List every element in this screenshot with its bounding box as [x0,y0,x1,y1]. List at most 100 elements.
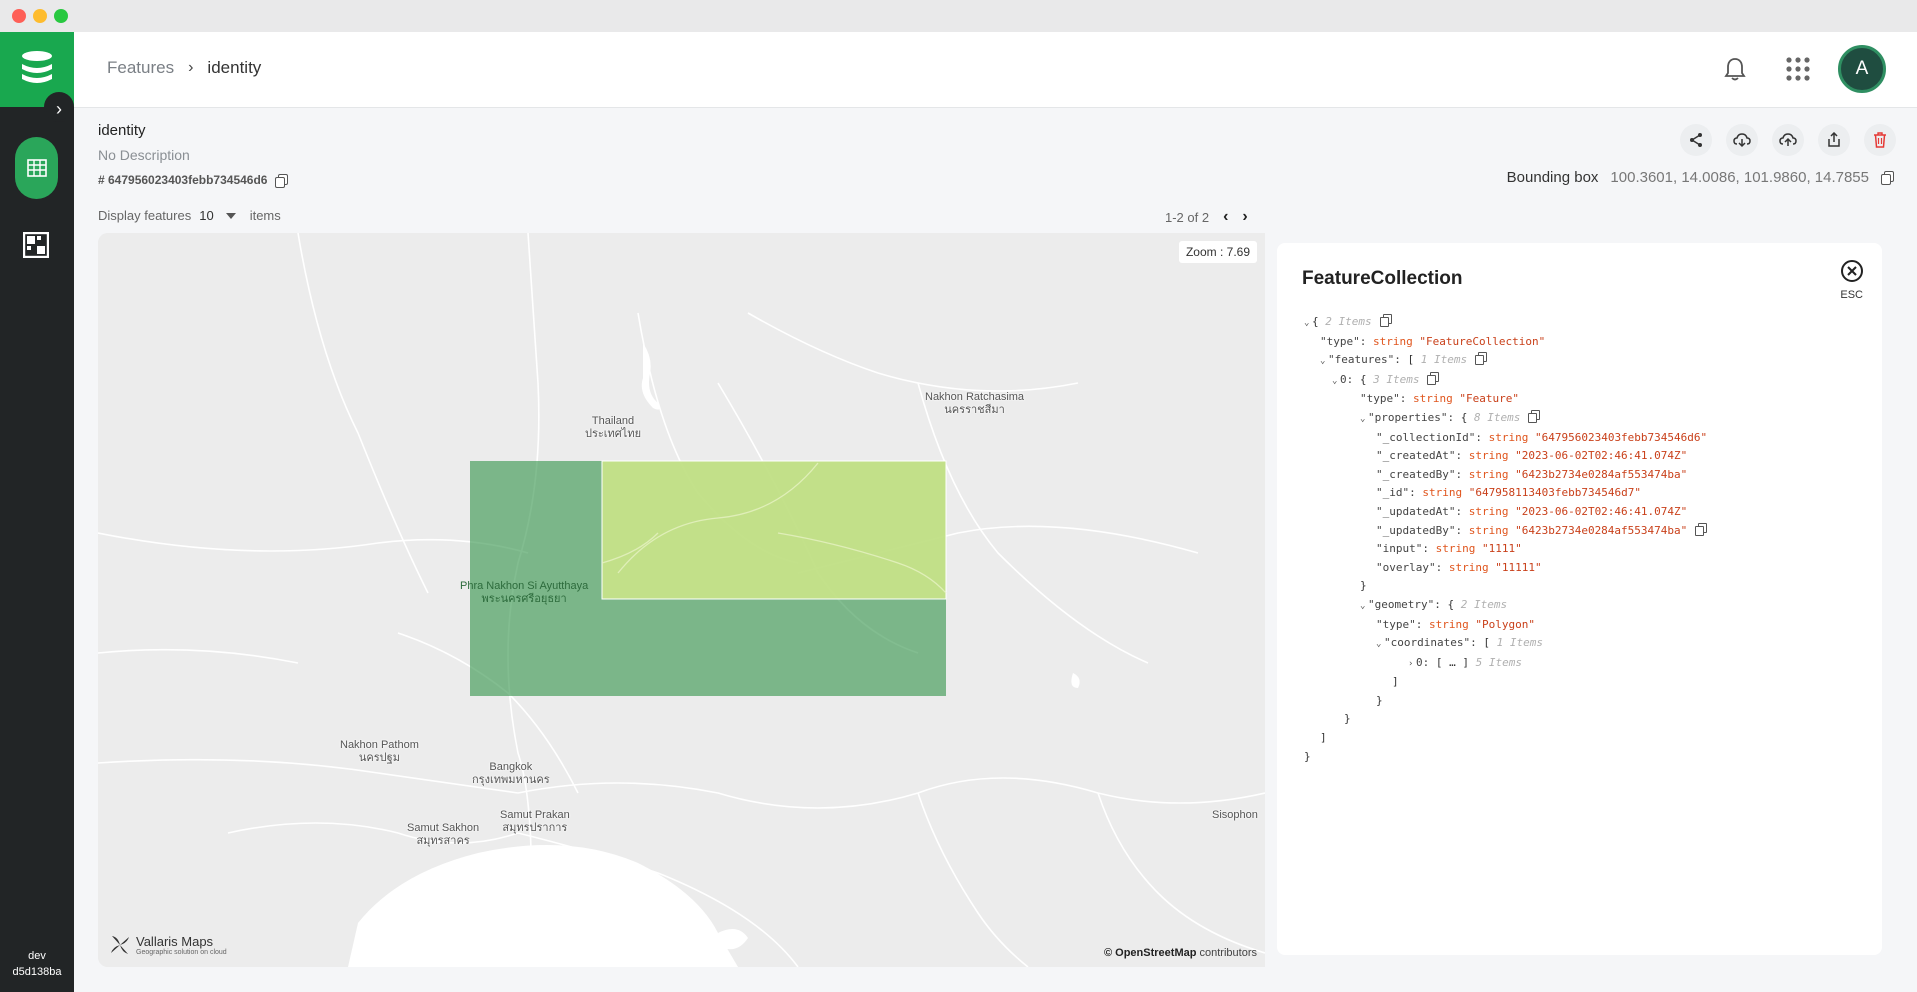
copy-icon[interactable] [1475,352,1488,366]
json-value: "647958113403febb734546d7" [1468,486,1641,500]
place-name: Samut Sakhon [407,822,480,834]
json-properties-node[interactable]: ⌄ "properties": { 8 Items [1304,409,1707,429]
json-line: "_id": string "647958113403febb734546d7" [1304,484,1707,503]
map-view[interactable]: Zoom : 7.69 Thailand ประเทศไทย Nakhon Ra… [98,233,1265,967]
copy-icon[interactable] [1379,314,1392,327]
json-key: "_id": [1376,486,1416,500]
dropdown-caret-icon[interactable] [225,212,236,219]
window-maximize-button[interactable] [54,9,68,23]
json-line: "_collectionId": string "647956023403feb… [1304,429,1707,448]
json-coordinates-0-node[interactable]: › 0: [ … ] 5 Items [1304,654,1707,674]
layers-logo-icon [22,51,52,83]
json-key: "type": [1360,392,1407,406]
json-close-brace: } [1344,712,1351,726]
esc-hint: ESC [1840,289,1863,301]
json-line: "input": string "1111" [1304,540,1707,559]
json-tree: ⌄{ 2 Items "type": string "FeatureCollec… [1304,313,1708,766]
panel-title: FeatureCollection [1302,268,1463,289]
json-meta: 1 Items [1420,353,1468,367]
json-meta: 2 Items [1325,315,1372,328]
json-type: string [1428,617,1469,631]
json-type: string [1488,430,1529,444]
map-label-samut-prakan: Samut Prakan สมุทรปราการ [500,809,570,835]
notification-bell-icon[interactable] [1721,55,1749,83]
attribution-link[interactable]: © OpenStreetMap [1104,947,1196,959]
copy-icon[interactable] [1427,371,1440,385]
next-page-button[interactable]: › [1242,208,1247,226]
user-id: d5d138ba [12,966,62,978]
json-value: "Polygon" [1475,617,1535,631]
json-value: "1111" [1481,542,1522,556]
json-line: "type": string "FeatureCollection" [1304,333,1707,352]
cloud-upload-button[interactable] [1772,124,1804,156]
json-coordinates-node[interactable]: ⌄ "coordinates": [ 1 Items [1304,634,1707,654]
sidebar-item-features[interactable] [15,137,58,199]
place-name: Nakhon Ratchasima [925,391,1025,403]
vallaris-maps-logo: Vallaris Maps Geographic solution on clo… [108,933,227,957]
copy-icon[interactable] [1695,522,1708,536]
breadcrumb-features-link[interactable]: Features [107,58,174,78]
cloud-download-button[interactable] [1726,124,1758,156]
json-feature-0-node[interactable]: ⌄ 0: { 3 Items [1304,371,1707,391]
json-type: string [1468,504,1509,518]
json-type: string [1468,449,1509,463]
json-close-bracket: ] [1320,731,1327,745]
json-key: "type": [1320,334,1367,348]
copy-icon[interactable] [1881,171,1894,185]
json-line: "_updatedBy": string "6423b2734e0284af55… [1304,522,1708,541]
json-type: string [1372,334,1413,348]
json-features-node[interactable]: ⌄ "features": [ 1 Items [1304,351,1707,371]
action-toolbar [1680,124,1896,156]
json-key: "type": [1376,617,1423,631]
feature-json-panel: FeatureCollection ESC ⌄{ 2 Items "type":… [1277,243,1882,955]
place-name-th: นครปฐม [358,752,400,764]
json-type: string [1448,560,1489,574]
table-icon [26,159,47,177]
json-line: "type": string "Feature" [1304,390,1707,409]
place-name: Nakhon Pathom [340,739,419,751]
window-titlebar [0,0,1917,32]
json-key: "_updatedAt": [1376,504,1463,518]
map-basemap [98,233,1265,967]
json-type: string [1468,467,1509,481]
export-button[interactable] [1818,124,1850,156]
chevron-right-icon: › [56,99,62,119]
map-label-ayutthaya: Phra Nakhon Si Ayutthaya พระนครศรีอยุธยา [460,580,588,606]
json-meta: 5 Items [1475,655,1522,669]
map-attribution: © OpenStreetMap contributors [1104,947,1257,959]
json-meta: 3 Items [1373,372,1420,386]
pagination: 1-2 of 2 ‹ › [1165,208,1248,226]
layer-description: No Description [98,147,190,163]
export-icon [1828,132,1840,147]
trash-icon [1874,132,1886,148]
share-button[interactable] [1680,124,1712,156]
chevron-right-icon: › [188,59,194,76]
copy-icon[interactable] [1528,409,1541,423]
json-key: "_createdBy": [1376,467,1463,481]
previous-page-button[interactable]: ‹ [1223,208,1228,226]
copy-icon[interactable] [275,173,289,188]
display-features-label: Display features [98,208,192,223]
pagination-range: 1-2 of 2 [1165,209,1210,225]
display-count-select[interactable]: 10 [199,208,213,223]
avatar[interactable]: A [1838,45,1886,93]
window-minimize-button[interactable] [33,9,47,23]
json-root[interactable]: ⌄{ 2 Items [1304,313,1707,333]
json-meta: 8 Items [1473,410,1521,424]
json-value: "6423b2734e0284af553474ba" [1515,523,1688,537]
map-logo-tagline: Geographic solution on cloud [136,949,227,956]
delete-button[interactable] [1864,124,1896,156]
sidebar-expand-button[interactable]: › [44,92,74,122]
close-icon[interactable] [1840,259,1864,283]
json-type: string [1422,486,1463,500]
json-line: "type": string "Polygon" [1304,616,1707,635]
apps-grid-icon[interactable] [1784,55,1812,83]
json-geometry-node[interactable]: ⌄ "geometry": { 2 Items [1304,596,1707,616]
sidebar-user-info: dev d5d138ba [0,948,74,980]
window-close-button[interactable] [12,9,26,23]
json-close-bracket: ] [1392,675,1399,689]
sidebar-item-dashboard[interactable] [23,232,49,258]
json-meta: 2 Items [1460,597,1508,611]
map-label-sisophon: Sisophon [1212,809,1258,822]
json-line: "_createdAt": string "2023-06-02T02:46:4… [1304,447,1707,466]
